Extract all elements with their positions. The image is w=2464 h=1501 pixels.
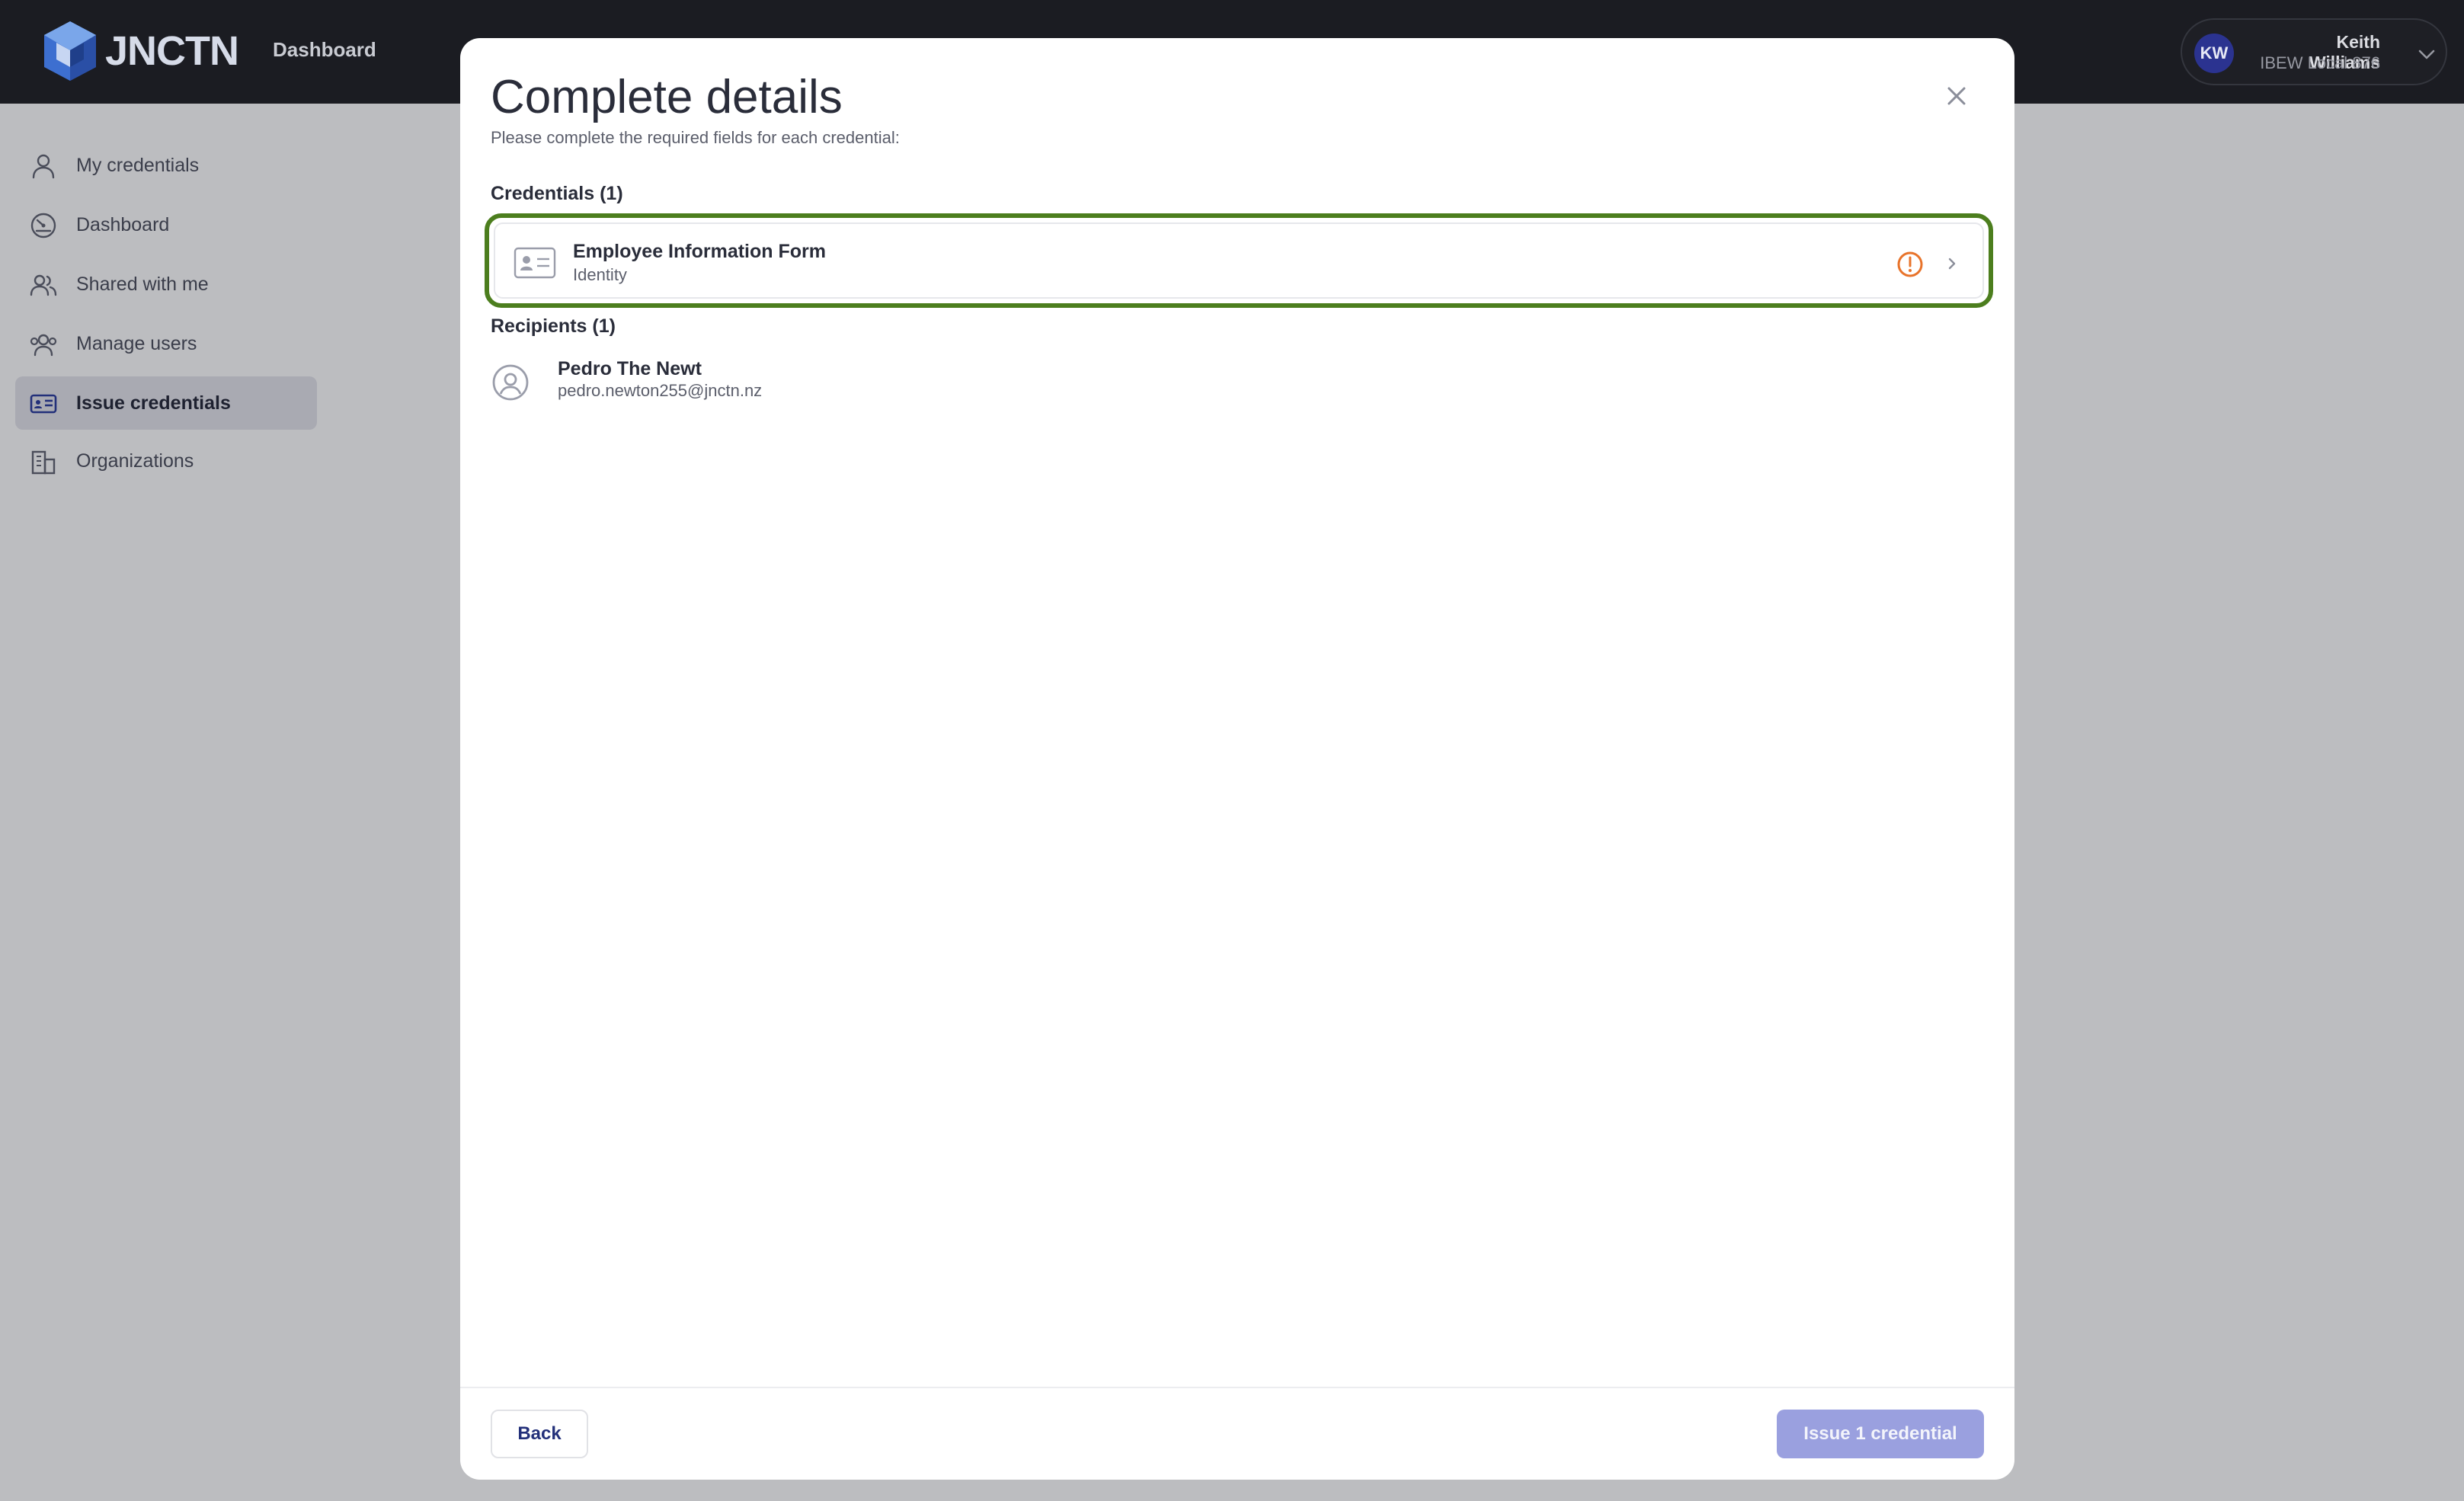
users-gear-icon [30,334,57,357]
logo-cube-icon [44,21,96,81]
user-menu[interactable]: KW Keith Williams IBEW Local 876 [2181,18,2447,85]
recipient-name: Pedro The Newt [558,358,702,379]
chevron-down-icon [2418,50,2435,59]
people-icon [30,274,57,296]
jnctn-logo[interactable]: JNCTN [41,20,239,82]
credential-type: Identity [573,265,627,284]
dialog-title: Complete details [491,71,843,123]
sidebar-item-shared-with-me[interactable]: Shared with me [15,258,317,311]
warning-circle-icon [1897,251,1923,277]
back-button[interactable]: Back [491,1410,588,1458]
complete-details-dialog: Complete details Please complete the req… [460,38,2014,1480]
chevron-right-icon [1948,258,1956,270]
sidebar-item-issue-credentials[interactable]: Issue credentials [15,376,317,430]
issue-credential-button[interactable]: Issue 1 credential [1777,1410,1984,1458]
sidebar-item-label: My credentials [76,154,200,176]
recipient-email: pedro.newton255@jnctn.nz [558,381,763,400]
user-circle-icon [492,364,529,401]
credentials-section-label: Credentials (1) [491,183,623,204]
credential-name: Employee Information Form [573,241,826,262]
footer-divider [460,1387,2014,1388]
sidebar-item-organizations[interactable]: Organizations [15,434,317,488]
sidebar-item-my-credentials[interactable]: My credentials [15,139,317,192]
sidebar-item-label: Dashboard [76,213,170,235]
sidebar-item-manage-users[interactable]: Manage users [15,317,317,370]
id-card-icon [514,247,556,279]
nav-dashboard-link[interactable]: Dashboard [273,38,376,62]
logo-text: JNCTN [105,28,239,74]
credential-item-body: Employee Information Form Identity [494,222,1984,299]
credential-item[interactable]: Employee Information Form Identity [485,213,1993,308]
person-icon [32,154,55,179]
dashboard-gauge-icon [30,213,56,238]
id-card-icon [30,394,57,414]
close-icon[interactable] [1940,79,1973,113]
avatar: KW [2194,34,2234,73]
sidebar-item-dashboard[interactable]: Dashboard [15,198,317,251]
recipients-section-label: Recipients (1) [491,315,616,337]
sidebar-item-label: Shared with me [76,273,209,295]
sidebar-item-label: Manage users [76,332,197,354]
sidebar-item-label: Issue credentials [76,392,231,414]
building-icon [31,450,56,475]
sidebar-item-label: Organizations [76,450,194,472]
dialog-subtitle: Please complete the required fields for … [491,128,900,147]
user-organization: IBEW Local 876 [2260,53,2380,72]
